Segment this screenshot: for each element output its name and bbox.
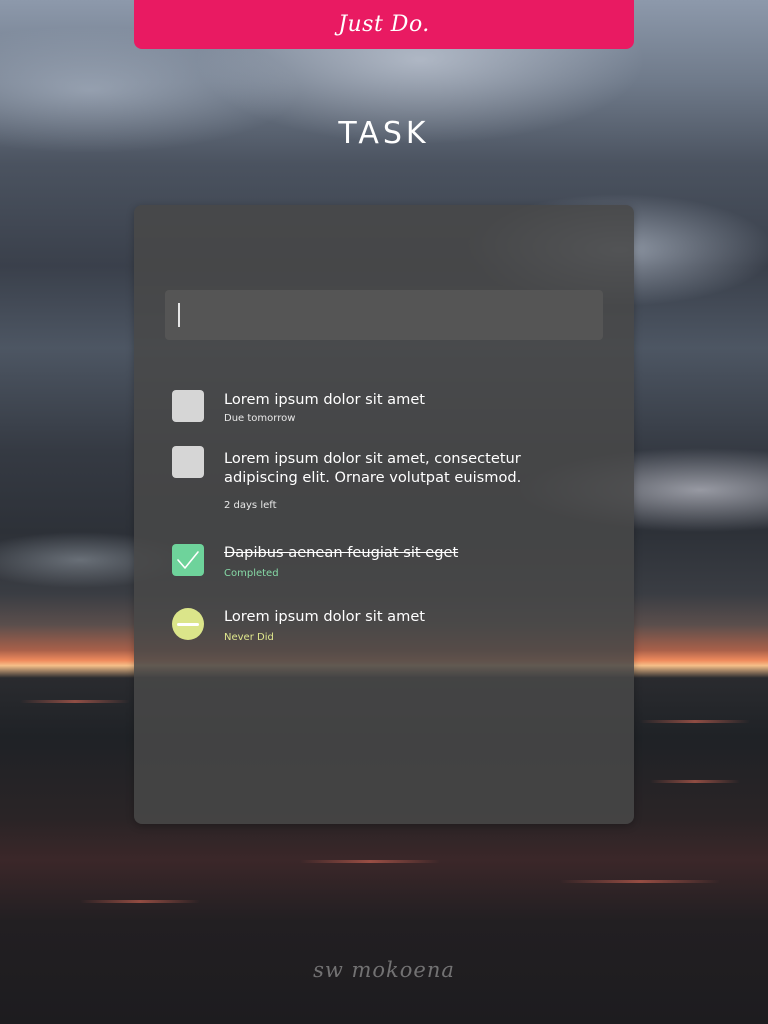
task-text: Lorem ipsum dolor sit amet xyxy=(224,391,426,408)
water-glint xyxy=(640,720,750,723)
task-item: Lorem ipsum dolor sit amet, consectetur … xyxy=(172,446,592,516)
text-caret xyxy=(178,303,180,327)
water-glint xyxy=(560,880,720,883)
minus-icon xyxy=(177,622,199,626)
minus-circle-icon[interactable] xyxy=(172,608,204,640)
task-status-label: Completed xyxy=(224,568,279,579)
task-panel: Lorem ipsum dolor sit amet Due tomorrow … xyxy=(134,205,634,824)
task-text: Lorem ipsum dolor sit amet xyxy=(224,608,426,625)
app-header: Just Do. xyxy=(134,0,634,49)
empty-checkbox-icon[interactable] xyxy=(172,390,204,422)
task-item: Lorem ipsum dolor sit amet Never Did xyxy=(172,608,592,648)
app-logo-title: Just Do. xyxy=(338,12,430,37)
task-item: Dapibus aenean feugiat sit eget Complete… xyxy=(172,544,592,584)
water-glint xyxy=(80,900,200,903)
water-glint xyxy=(20,700,130,703)
water-glint xyxy=(650,780,740,783)
task-status-label: Never Did xyxy=(224,632,274,643)
checked-checkbox[interactable] xyxy=(172,544,204,576)
task-text: Lorem ipsum dolor sit amet, consectetur … xyxy=(224,450,522,486)
empty-checkbox-icon[interactable] xyxy=(172,446,204,478)
checkmark-icon xyxy=(177,551,199,569)
new-task-input[interactable] xyxy=(165,290,603,340)
page-title: TASK xyxy=(338,116,430,151)
task-text: Dapibus aenean feugiat sit eget xyxy=(224,544,459,561)
task-due-label: 2 days left xyxy=(224,500,277,511)
author-signature: sw mokoena xyxy=(313,958,455,982)
task-input-wrapper xyxy=(165,290,603,340)
water-glint xyxy=(300,860,440,863)
task-due-label: Due tomorrow xyxy=(224,413,296,424)
task-item: Lorem ipsum dolor sit amet Due tomorrow xyxy=(172,390,592,430)
